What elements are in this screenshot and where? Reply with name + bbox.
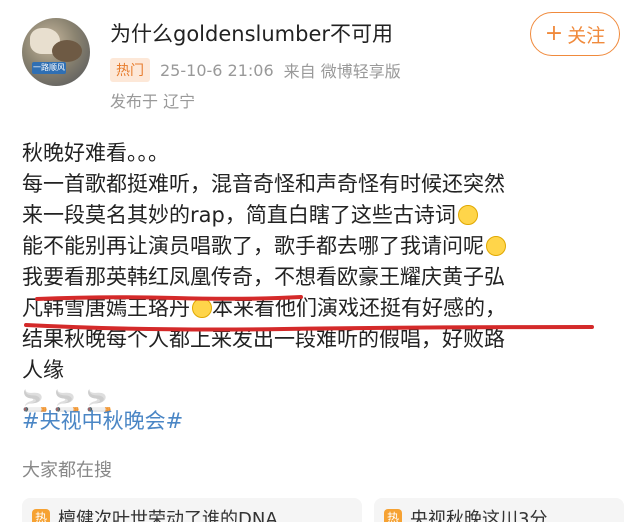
post-line: 每一首歌都挺难听，混音奇怪和声奇怪有时候还突然 [22, 172, 505, 196]
post-line-text: 能不能别再让演员唱歌了，歌手都去哪了我请问呢 [22, 234, 484, 258]
post-timestamp: 25-10-6 21:06 [160, 60, 274, 80]
post-body: 秋晚好难看。。。 每一首歌都挺难听，混音奇怪和声奇怪有时候还突然 来一段莫名其妙… [22, 138, 622, 417]
post-meta: 热门 25-10-6 21:06 来自 微博轻享版 [110, 58, 401, 82]
follow-label: 关注 [567, 24, 606, 47]
hot-badge: 热门 [110, 58, 150, 82]
avatar-graphic-2 [52, 40, 82, 62]
trending-search-text: 檀健次叶世荣动了谁的DNA [58, 509, 278, 522]
avatar[interactable]: 一路顺风 [22, 18, 90, 86]
post-line: 能不能别再让演员唱歌了，歌手都去哪了我请问呢 [22, 231, 622, 262]
hashtag-link[interactable]: #央视中秋晚会# [22, 405, 183, 435]
post-line: 秋晚好难看。。。 [22, 141, 169, 165]
post-line: 来一段莫名其妙的rap，简直白瞎了这些古诗词 [22, 200, 622, 231]
trending-search-text: 央视秋晚这川3分 [410, 509, 548, 522]
username[interactable]: 为什么goldenslumber不可用 [110, 18, 393, 48]
post-source[interactable]: 来自 微博轻享版 [284, 58, 401, 82]
red-underline-mark [24, 323, 594, 332]
plus-icon: + [544, 21, 564, 46]
post-line: 人缘 [22, 358, 64, 382]
hot-icon: 热 [384, 509, 402, 522]
thinking-emoji-icon [486, 236, 506, 256]
smile-emoji-icon [457, 205, 478, 225]
trending-search-item[interactable]: 热 央视秋晚这川3分 [374, 498, 624, 522]
post-line: 我要看那英韩红凤凰传奇，不想看欧豪王耀庆黄子弘 [22, 265, 505, 289]
trending-search-item[interactable]: 热 檀健次叶世荣动了谁的DNA [22, 498, 362, 522]
hot-icon: 热 [32, 509, 50, 522]
avatar-tag: 一路顺风 [32, 62, 66, 74]
follow-button[interactable]: + 关注 [530, 12, 620, 56]
trending-search-title: 大家都在搜 [22, 460, 112, 481]
post-location: 发布于 辽宁 [110, 92, 196, 111]
post-line-text: 来一段莫名其妙的rap，简直白瞎了这些古诗词 [22, 203, 456, 227]
red-underline-mark [35, 295, 303, 301]
